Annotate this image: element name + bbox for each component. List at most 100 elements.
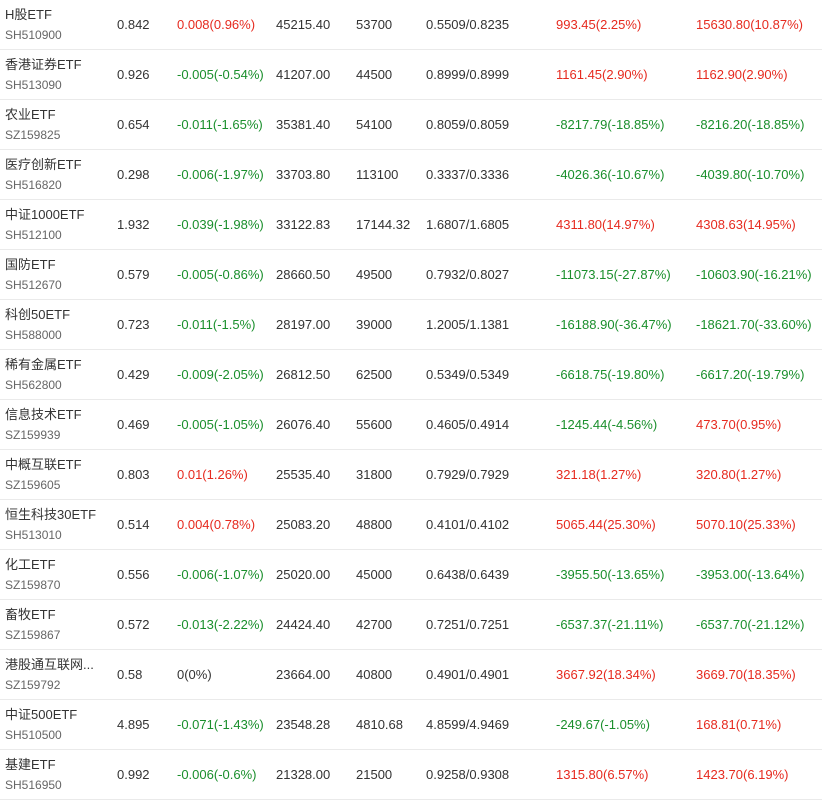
table-row[interactable]: H股ETF SH510900 0.842 0.008(0.96%) 45215.… bbox=[0, 0, 822, 50]
table-row[interactable]: 中概互联ETF SZ159605 0.803 0.01(1.26%) 25535… bbox=[0, 450, 822, 500]
price-cell: 0.298 bbox=[117, 167, 150, 182]
volume-cell: 45000 bbox=[356, 567, 393, 582]
fund-name-link[interactable]: 港股通互联网... bbox=[5, 657, 105, 673]
table-row[interactable]: 恒生科技30ETF SH513010 0.514 0.004(0.78%) 25… bbox=[0, 500, 822, 550]
table-row[interactable]: 港股通互联网... SZ159792 0.58 0(0%) 23664.00 4… bbox=[0, 650, 822, 700]
change-cell: 0.01(1.26%) bbox=[177, 467, 248, 482]
fund-name-link[interactable]: 稀有金属ETF bbox=[5, 357, 105, 373]
change-cell: -0.011(-1.5%) bbox=[177, 317, 256, 332]
amount-cell: 25083.20 bbox=[276, 517, 331, 532]
table-row[interactable]: 稀有金属ETF SH562800 0.429 -0.009(-2.05%) 26… bbox=[0, 350, 822, 400]
flow-cell-2: 5070.10(25.33%) bbox=[696, 517, 796, 532]
fund-name-link[interactable]: 化工ETF bbox=[5, 557, 105, 573]
amount-cell: 26812.50 bbox=[276, 367, 331, 382]
table-row[interactable]: 农业ETF SZ159825 0.654 -0.011(-1.65%) 3538… bbox=[0, 100, 822, 150]
fund-name-link[interactable]: 中证1000ETF bbox=[5, 207, 105, 223]
price-cell: 0.803 bbox=[117, 467, 150, 482]
fund-name-link[interactable]: 科创50ETF bbox=[5, 307, 105, 323]
change-cell: -0.006(-1.07%) bbox=[177, 567, 264, 582]
change-cell: -0.039(-1.98%) bbox=[177, 217, 264, 232]
nav-cell: 0.5349/0.5349 bbox=[426, 367, 510, 382]
table-row[interactable]: 基建ETF SH516950 0.992 -0.006(-0.6%) 21328… bbox=[0, 750, 822, 800]
table-row[interactable]: 信息技术ETF SZ159939 0.469 -0.005(-1.05%) 26… bbox=[0, 400, 822, 450]
change-cell: -0.005(-0.54%) bbox=[177, 67, 264, 82]
volume-cell: 62500 bbox=[356, 367, 393, 382]
amount-cell: 35381.40 bbox=[276, 117, 331, 132]
flow-cell-2: -18621.70(-33.60%) bbox=[696, 317, 812, 332]
flow-cell-1: -4026.36(-10.67%) bbox=[556, 167, 665, 182]
flow-cell-1: 5065.44(25.30%) bbox=[556, 517, 656, 532]
change-cell: -0.011(-1.65%) bbox=[177, 117, 263, 132]
fund-code: SH510900 bbox=[5, 28, 62, 42]
table-row[interactable]: 中证1000ETF SH512100 1.932 -0.039(-1.98%) … bbox=[0, 200, 822, 250]
volume-cell: 21500 bbox=[356, 767, 393, 782]
fund-code: SH512100 bbox=[5, 228, 62, 242]
fund-cell: 稀有金属ETF SH562800 bbox=[5, 350, 105, 399]
table-row[interactable]: 医疗创新ETF SH516820 0.298 -0.006(-1.97%) 33… bbox=[0, 150, 822, 200]
amount-cell: 41207.00 bbox=[276, 67, 331, 82]
volume-cell: 53700 bbox=[356, 17, 393, 32]
fund-name-link[interactable]: 信息技术ETF bbox=[5, 407, 105, 423]
price-cell: 1.932 bbox=[117, 217, 150, 232]
amount-cell: 25020.00 bbox=[276, 567, 331, 582]
amount-cell: 23548.28 bbox=[276, 717, 331, 732]
price-cell: 0.58 bbox=[117, 667, 143, 682]
nav-cell: 0.4605/0.4914 bbox=[426, 417, 510, 432]
fund-name-link[interactable]: H股ETF bbox=[5, 7, 105, 23]
flow-cell-2: -8216.20(-18.85%) bbox=[696, 117, 805, 132]
table-row[interactable]: 畜牧ETF SZ159867 0.572 -0.013(-2.22%) 2442… bbox=[0, 600, 822, 650]
fund-cell: 农业ETF SZ159825 bbox=[5, 100, 105, 149]
nav-cell: 0.4101/0.4102 bbox=[426, 517, 510, 532]
change-cell: 0(0%) bbox=[177, 667, 212, 682]
fund-cell: 科创50ETF SH588000 bbox=[5, 300, 105, 349]
flow-cell-1: -3955.50(-13.65%) bbox=[556, 567, 665, 582]
flow-cell-1: -11073.15(-27.87%) bbox=[556, 267, 671, 282]
amount-cell: 25535.40 bbox=[276, 467, 331, 482]
flow-cell-1: -249.67(-1.05%) bbox=[556, 717, 650, 732]
table-row[interactable]: 香港证券ETF SH513090 0.926 -0.005(-0.54%) 41… bbox=[0, 50, 822, 100]
fund-cell: 畜牧ETF SZ159867 bbox=[5, 600, 105, 649]
amount-cell: 23664.00 bbox=[276, 667, 331, 682]
fund-name-link[interactable]: 基建ETF bbox=[5, 757, 105, 773]
volume-cell: 31800 bbox=[356, 467, 393, 482]
fund-name-link[interactable]: 医疗创新ETF bbox=[5, 157, 105, 173]
nav-cell: 0.6438/0.6439 bbox=[426, 567, 510, 582]
nav-cell: 0.3337/0.3336 bbox=[426, 167, 510, 182]
nav-cell: 0.8999/0.8999 bbox=[426, 67, 510, 82]
fund-name-link[interactable]: 国防ETF bbox=[5, 257, 105, 273]
fund-cell: 港股通互联网... SZ159792 bbox=[5, 650, 105, 699]
flow-cell-1: -6618.75(-19.80%) bbox=[556, 367, 665, 382]
amount-cell: 33122.83 bbox=[276, 217, 331, 232]
fund-cell: 中概互联ETF SZ159605 bbox=[5, 450, 105, 499]
table-row[interactable]: 科创50ETF SH588000 0.723 -0.011(-1.5%) 281… bbox=[0, 300, 822, 350]
flow-cell-1: 1315.80(6.57%) bbox=[556, 767, 649, 782]
fund-name-link[interactable]: 畜牧ETF bbox=[5, 607, 105, 623]
price-cell: 0.842 bbox=[117, 17, 150, 32]
price-cell: 0.556 bbox=[117, 567, 150, 582]
table-row[interactable]: 化工ETF SZ159870 0.556 -0.006(-1.07%) 2502… bbox=[0, 550, 822, 600]
flow-cell-1: 993.45(2.25%) bbox=[556, 17, 642, 32]
change-cell: -0.006(-0.6%) bbox=[177, 767, 257, 782]
fund-code: SH512670 bbox=[5, 278, 62, 292]
flow-cell-1: 3667.92(18.34%) bbox=[556, 667, 656, 682]
fund-code: SH513010 bbox=[5, 528, 62, 542]
change-cell: -0.005(-1.05%) bbox=[177, 417, 264, 432]
volume-cell: 17144.32 bbox=[356, 217, 411, 232]
price-cell: 0.579 bbox=[117, 267, 150, 282]
flow-cell-2: 3669.70(18.35%) bbox=[696, 667, 796, 682]
table-row[interactable]: 国防ETF SH512670 0.579 -0.005(-0.86%) 2866… bbox=[0, 250, 822, 300]
volume-cell: 49500 bbox=[356, 267, 393, 282]
fund-name-link[interactable]: 中证500ETF bbox=[5, 707, 105, 723]
fund-name-link[interactable]: 香港证券ETF bbox=[5, 57, 105, 73]
fund-cell: H股ETF SH510900 bbox=[5, 0, 105, 49]
volume-cell: 54100 bbox=[356, 117, 393, 132]
fund-name-link[interactable]: 中概互联ETF bbox=[5, 457, 105, 473]
amount-cell: 45215.40 bbox=[276, 17, 331, 32]
fund-cell: 化工ETF SZ159870 bbox=[5, 550, 105, 599]
table-row[interactable]: 中证500ETF SH510500 4.895 -0.071(-1.43%) 2… bbox=[0, 700, 822, 750]
fund-name-link[interactable]: 恒生科技30ETF bbox=[5, 507, 105, 523]
volume-cell: 4810.68 bbox=[356, 717, 403, 732]
flow-cell-2: 1162.90(2.90%) bbox=[696, 67, 788, 82]
flow-cell-1: 1161.45(2.90%) bbox=[556, 67, 648, 82]
fund-name-link[interactable]: 农业ETF bbox=[5, 107, 105, 123]
